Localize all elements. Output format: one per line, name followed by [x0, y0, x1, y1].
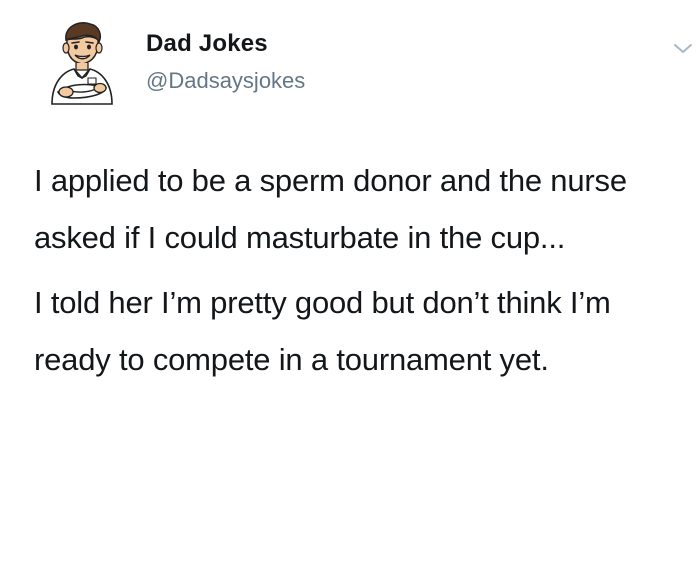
cartoon-dad-avatar-icon[interactable] [44, 18, 120, 106]
author-handle[interactable]: @Dadsaysjokes [146, 66, 305, 96]
tweet-card: Dad Jokes @Dadsaysjokes I applied to be … [0, 0, 700, 565]
tweet-author-header: Dad Jokes @Dadsaysjokes [146, 28, 305, 96]
tweet-paragraph: I applied to be a sperm donor and the nu… [34, 163, 627, 255]
tweet-paragraph: I told her I’m pretty good but don’t thi… [34, 285, 611, 377]
chevron-down-icon[interactable] [672, 40, 694, 56]
author-display-name[interactable]: Dad Jokes [146, 28, 305, 60]
tweet-text: I applied to be a sperm donor and the nu… [34, 152, 674, 388]
